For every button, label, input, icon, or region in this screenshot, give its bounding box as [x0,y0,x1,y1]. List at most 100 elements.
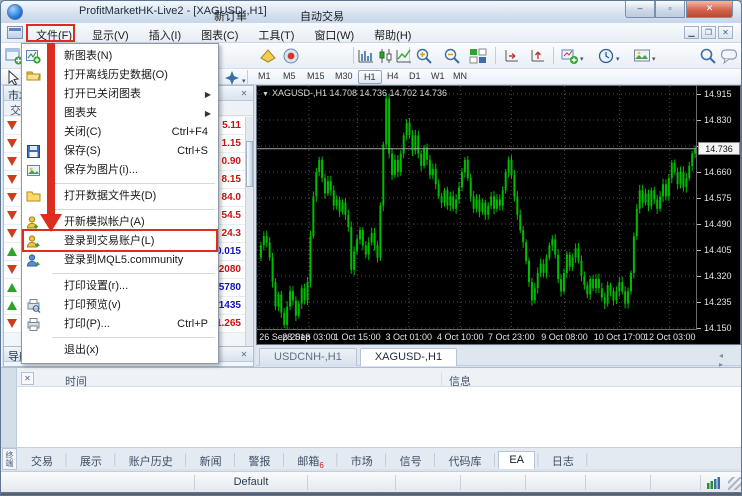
chat-icon[interactable] [720,47,738,65]
title-bar[interactable]: ProfitMarketHK-Live2 - [XAGUSD-,H1] ‒ ▫ … [1,1,741,23]
timeframe-H1[interactable]: H1 [358,70,382,84]
shift-end-icon[interactable] [503,47,521,65]
scrollbar-thumb[interactable] [246,141,253,187]
autotrade-icon[interactable] [282,47,300,65]
status-bar: Default [1,471,742,492]
timeframe-MN[interactable]: MN [448,70,472,84]
arrow-up-icon [7,283,17,292]
navigator-close-icon[interactable]: ✕ [238,348,250,360]
line-chart-icon[interactable] [395,47,413,65]
arrow-down-icon [7,121,17,130]
child-restore-button[interactable]: ❐ [701,26,716,39]
bid-price: 5780 [219,282,241,293]
editor-icon[interactable] [259,47,277,65]
time-axis-label: 1 Oct 15:00 [334,332,381,342]
price-tick [697,302,701,303]
menubar-item-5[interactable]: 工具(T) [249,26,303,44]
tab-separator: │ [535,454,542,466]
print-preview-icon [26,298,41,313]
timeframe-H4[interactable]: H4 [382,70,404,84]
resize-grip[interactable] [728,477,741,490]
chart-tab-bar: USDCNH-,H1XAGUSD-,H1 [256,346,742,366]
arrow-down-icon [7,193,17,202]
new-order-button[interactable]: 新订单 [214,8,247,24]
chart-tab-USDCNHH1[interactable]: USDCNH-,H1 [259,348,357,366]
timeframe-D1[interactable]: D1 [404,70,426,84]
toolbar-separator [495,47,496,64]
annotation-arrow-line [47,43,55,215]
menubar-item-3[interactable]: 插入(I) [140,26,190,44]
menu-item-shortcut: Ctrl+S [177,142,208,161]
market-watch-close-icon[interactable]: ✕ [238,87,250,99]
indicators-icon[interactable] [561,47,579,65]
templates-icon[interactable] [633,47,651,65]
tile-windows-icon[interactable] [469,47,487,65]
minimize-button[interactable]: ‒ [625,1,655,18]
price-tick [697,120,701,121]
autotrading-button[interactable]: 自动交易 [300,8,344,24]
arrow-up-icon [7,301,17,310]
chart-context-triangle-icon[interactable]: ▼ [262,91,269,98]
child-close-button[interactable]: ✕ [718,26,733,39]
time-axis[interactable]: 26 Sep 201828 Sep 03:001 Oct 15:003 Oct … [257,329,697,344]
file-menu-item[interactable]: 退出(x) [22,341,218,360]
bar-chart-icon[interactable] [357,47,375,65]
price-axis-label: 14.830 [704,115,732,125]
terminal-tab-0[interactable]: 交易 [21,451,63,469]
menubar-item-4[interactable]: 图表(C) [192,26,247,44]
terminal-tab-5[interactable]: 邮箱6 [287,451,333,469]
periods-icon[interactable] [597,47,615,65]
search-icon[interactable] [699,47,717,65]
bid-price: 2080 [219,264,241,275]
dropdown-caret-icon[interactable]: ▾ [242,77,246,85]
terminal-tab-4[interactable]: 警报 [239,451,281,469]
price-axis[interactable]: 14.91514.83014.74514.66014.57514.49014.4… [696,86,740,330]
terminal-tabs: 交易│展示│账户历史│新闻│警报│邮箱6│市场│信号│代码库│EA│日志│ [21,451,591,469]
time-axis-label: 10 Oct 17:00 [594,332,646,342]
child-minimize-button[interactable]: ▁ [684,26,699,39]
close-button[interactable]: ✕ [686,1,733,18]
menubar-item-2[interactable]: 显示(V) [83,26,138,44]
tab-scroll-arrows[interactable]: ◂ ▸ [719,351,737,369]
arrow-down-icon [7,157,17,166]
dropdown-caret-icon[interactable]: ▾ [652,55,656,63]
market-watch-scrollbar[interactable] [245,117,253,350]
mail-badge: 6 [319,461,323,470]
file-menu-item[interactable]: 打印设置(r)... [22,277,218,296]
timeframe-M1[interactable]: M1 [253,70,276,84]
timeframe-M15[interactable]: M15 [302,70,330,84]
restore-button[interactable]: ▫ [655,1,685,18]
bid-price: 0.015 [216,246,241,257]
terminal-tab-3[interactable]: 新闻 [190,451,232,469]
candlestick-icon[interactable] [377,47,395,65]
terminal-tab-8[interactable]: 代码库 [438,451,491,469]
timeframe-M30[interactable]: M30 [330,70,358,84]
terminal-tab-1[interactable]: 展示 [70,451,112,469]
file-menu-item[interactable]: 登录到MQL5.community [22,251,218,270]
chart-window[interactable]: ▼XAGUSD-,H1 14.708 14.736 14.702 14.736 … [256,85,741,345]
terminal-tab-7[interactable]: 信号 [390,451,432,469]
child-window-icon[interactable] [7,26,23,39]
dropdown-caret-icon[interactable]: ▾ [616,55,620,63]
file-menu-item[interactable]: 打印预览(v) [22,296,218,315]
terminal-tab-10[interactable]: 日志 [542,451,584,469]
chart-tab-XAGUSDH1[interactable]: XAGUSD-,H1 [360,348,457,366]
timeframe-W1[interactable]: W1 [426,70,450,84]
timeframe-M5[interactable]: M5 [278,70,301,84]
toolbar-separator [353,47,354,64]
price-axis-label: 14.490 [704,219,732,229]
terminal-vertical-tab[interactable]: 终端 [2,448,17,470]
profile-indicator[interactable]: Default [195,475,308,490]
menubar-item-7[interactable]: 帮助(H) [365,26,420,44]
terminal-tab-2[interactable]: 账户历史 [119,451,183,469]
file-menu-item[interactable]: 打印(P)...Ctrl+P [22,315,218,334]
zoom-in-icon[interactable] [415,47,433,65]
menubar-item-6[interactable]: 窗口(W) [305,26,363,44]
terminal-tab-EA[interactable]: EA [498,451,535,469]
shift-auto-icon[interactable] [529,47,547,65]
price-axis-label: 14.405 [704,245,732,255]
terminal-tab-6[interactable]: 市场 [341,451,383,469]
dropdown-caret-icon[interactable]: ▾ [580,55,584,63]
candlestick-chart[interactable] [257,86,697,330]
zoom-out-icon[interactable] [443,47,461,65]
